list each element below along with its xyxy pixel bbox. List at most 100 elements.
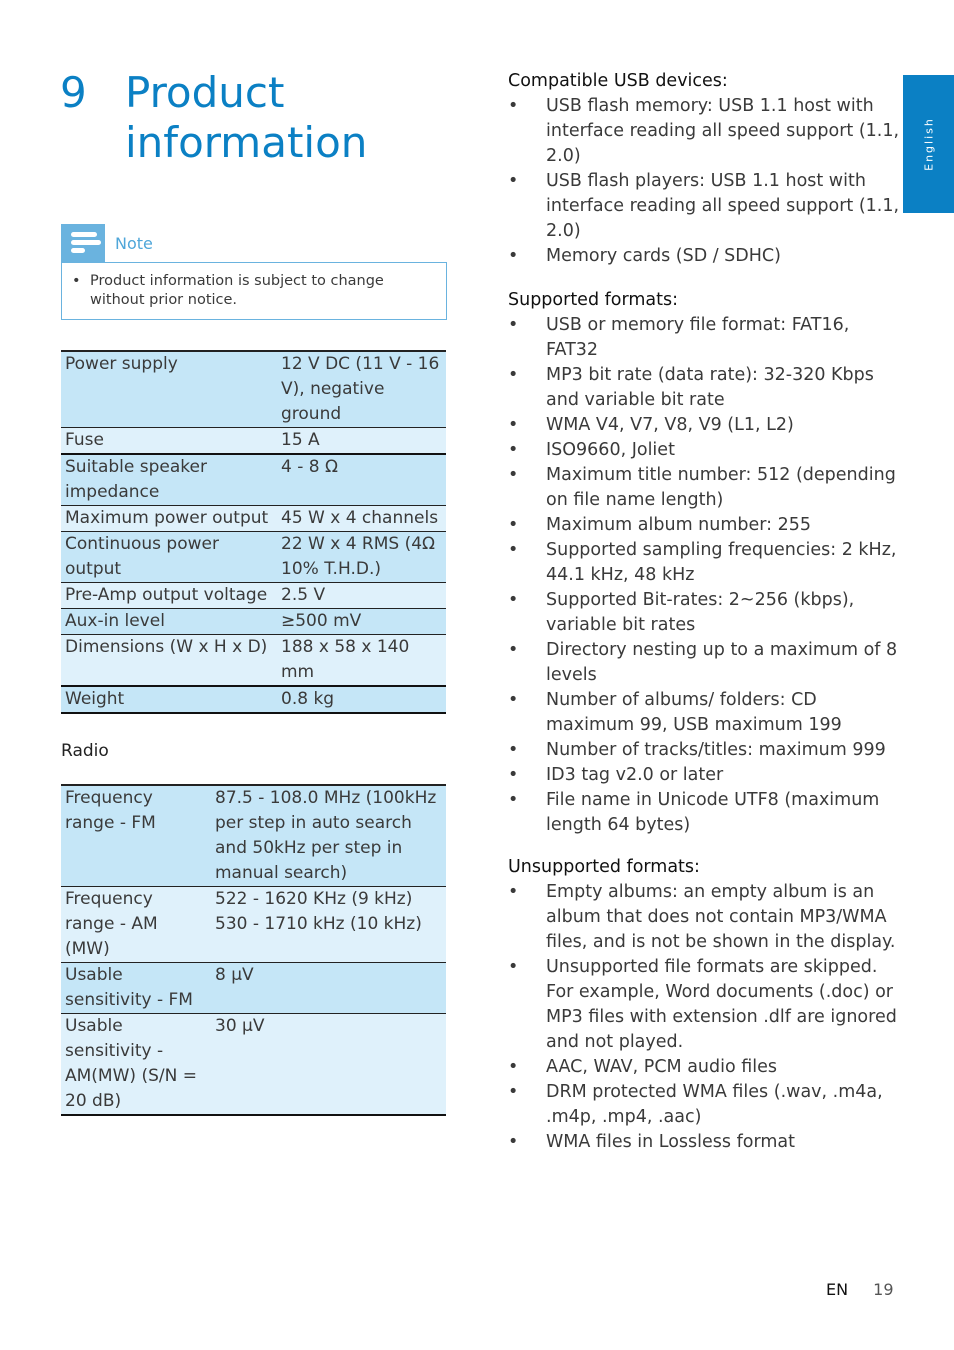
list-item-text: Memory cards (SD / SDHC) bbox=[546, 246, 781, 266]
spec-key: Weight bbox=[61, 686, 277, 713]
spec-key: Pre-Amp output voltage bbox=[61, 582, 277, 609]
list-item-text: Supported Bit-rates: 2~256 (kbps), varia… bbox=[546, 590, 855, 635]
supported-formats-section: Supported formats: • USB or memory file f… bbox=[508, 288, 900, 838]
list-item-text: ISO9660, Joliet bbox=[546, 440, 675, 460]
spec-row: Power supply 12 V DC (11 V - 16 V), negat… bbox=[61, 350, 446, 428]
list-item: • WMA files in Lossless format bbox=[508, 1130, 900, 1155]
list-item: • WMA V4, V7, V8, V9 (L1, L2) bbox=[508, 413, 900, 438]
spec-value: 12 V DC (11 V - 16 V), negative ground bbox=[277, 350, 446, 428]
spec-key: Usable sensitivity - FM bbox=[61, 962, 211, 1014]
list-item-text: WMA V4, V7, V8, V9 (L1, L2) bbox=[546, 415, 794, 435]
list-item-text: AAC, WAV, PCM audio files bbox=[546, 1057, 778, 1077]
spec-key: Frequency range - FM bbox=[61, 784, 211, 887]
page-footer: EN 19 bbox=[826, 1280, 894, 1299]
radio-heading: Radio bbox=[61, 741, 109, 761]
bullet-icon: • bbox=[508, 640, 519, 660]
bullet-icon: • bbox=[508, 440, 519, 460]
list-item: • Directory nesting up to a maximum of 8 … bbox=[508, 638, 900, 688]
note-box: Note • Product information is subject to… bbox=[61, 224, 447, 320]
bullet-icon: • bbox=[508, 171, 519, 191]
spec-value: 2.5 V bbox=[277, 582, 446, 609]
list-item: • DRM protected WMA files (.wav, .m4a, .m… bbox=[508, 1080, 900, 1130]
footer-language: EN bbox=[826, 1280, 849, 1299]
list-item: • Empty albums: an empty album is an albu… bbox=[508, 880, 900, 955]
bullet-icon: • bbox=[508, 246, 519, 266]
bullet-icon: • bbox=[508, 465, 519, 485]
list-item-text: USB flash memory: USB 1.1 host with inte… bbox=[546, 96, 900, 166]
bullet-icon: • bbox=[508, 765, 519, 785]
list-item: • Unsupported file formats are skipped. F… bbox=[508, 955, 900, 1055]
spec-value: 188 x 58 x 140 mm bbox=[277, 634, 446, 686]
bullet-icon: • bbox=[508, 540, 519, 560]
list-item: • Number of albums/ folders: CD maximum 9… bbox=[508, 688, 900, 738]
bullet-icon: • bbox=[508, 957, 519, 977]
spec-row: Continuous power output 22 W x 4 RMS (4Ω … bbox=[61, 531, 446, 583]
unsupported-formats-section: Unsupported formats: • Empty albums: an e… bbox=[508, 855, 900, 1155]
spec-key: Continuous power output bbox=[61, 531, 277, 583]
bullet-icon: • bbox=[508, 1057, 519, 1077]
list-item: • USB flash players: USB 1.1 host with in… bbox=[508, 169, 900, 244]
spec-key: Power supply bbox=[61, 350, 277, 428]
spec-value: 45 W x 4 channels bbox=[277, 505, 446, 532]
list-item: • Memory cards (SD / SDHC) bbox=[508, 244, 900, 269]
list-item: • Supported sampling frequencies: 2 kHz, … bbox=[508, 538, 900, 588]
list-item-text: USB or memory file format: FAT16, FAT32 bbox=[546, 315, 850, 360]
radio-spec-table: Frequency range - FM 87.5 - 108.0 MHz (10… bbox=[61, 784, 446, 1116]
list-item: • MP3 bit rate (data rate): 32-320 Kbps a… bbox=[508, 363, 900, 413]
spec-value: 87.5 - 108.0 MHz (100kHz per step in aut… bbox=[211, 784, 446, 887]
bullet-icon: • bbox=[508, 882, 519, 902]
list-item-text: USB flash players: USB 1.1 host with int… bbox=[546, 171, 900, 241]
chapter-number: 9 bbox=[60, 68, 87, 117]
note-label: Note bbox=[115, 233, 153, 253]
bullet-icon: • bbox=[508, 96, 519, 116]
bullet-icon: • bbox=[508, 790, 519, 810]
spec-key: Fuse bbox=[61, 427, 277, 454]
spec-key: Aux-in level bbox=[61, 608, 277, 635]
bullet-icon: • bbox=[508, 315, 519, 335]
spec-row: Maximum power output 45 W x 4 channels bbox=[61, 505, 446, 532]
list-item: • Supported Bit-rates: 2~256 (kbps), vari… bbox=[508, 588, 900, 638]
list-item: • USB or memory file format: FAT16, FAT32 bbox=[508, 313, 900, 363]
spec-value: 8 μV bbox=[211, 962, 446, 1014]
supported-formats-heading: Supported formats: bbox=[508, 290, 679, 310]
spec-row: Suitable speaker impedance 4 - 8 Ω bbox=[61, 454, 446, 506]
list-item-text: Maximum album number: 255 bbox=[546, 515, 812, 535]
spec-value: 522 - 1620 KHz (9 kHz) 530 - 1710 kHz (1… bbox=[211, 886, 446, 963]
list-item-text: File name in Unicode UTF8 (maximum lengt… bbox=[546, 790, 880, 835]
general-spec-table: Power supply 12 V DC (11 V - 16 V), negat… bbox=[61, 350, 446, 714]
spec-value: 4 - 8 Ω bbox=[277, 454, 446, 506]
spec-value: 30 μV bbox=[211, 1013, 446, 1115]
list-item-text: Maximum title number: 512 (depending on … bbox=[546, 465, 896, 510]
spec-row: Frequency range - AM (MW) 522 - 1620 KHz … bbox=[61, 886, 446, 963]
list-item: • Maximum album number: 255 bbox=[508, 513, 900, 538]
chapter-title-text: Product information bbox=[125, 68, 368, 167]
list-item: • Maximum title number: 512 (depending on… bbox=[508, 463, 900, 513]
list-item-text: Supported sampling frequencies: 2 kHz, 4… bbox=[546, 540, 897, 585]
spec-row: Pre-Amp output voltage 2.5 V bbox=[61, 582, 446, 609]
spec-key: Frequency range - AM (MW) bbox=[61, 886, 211, 963]
list-item: • Number of tracks/titles: maximum 999 bbox=[508, 738, 900, 763]
bullet-icon: • bbox=[508, 590, 519, 610]
spec-row: Weight 0.8 kg bbox=[61, 686, 446, 713]
list-item: • ISO9660, Joliet bbox=[508, 438, 900, 463]
list-item-text: Number of albums/ folders: CD maximum 99… bbox=[546, 690, 842, 735]
list-item: • File name in Unicode UTF8 (maximum leng… bbox=[508, 788, 900, 838]
bullet-icon: • bbox=[508, 690, 519, 710]
spec-key: Usable sensitivity - AM(MW) (S/N = 20 dB… bbox=[61, 1013, 211, 1115]
spec-value: 15 A bbox=[277, 427, 446, 454]
list-item-text: Empty albums: an empty album is an album… bbox=[546, 882, 896, 952]
list-item: • USB flash memory: USB 1.1 host with int… bbox=[508, 94, 900, 169]
list-item: • AAC, WAV, PCM audio files bbox=[508, 1055, 900, 1080]
spec-row: Usable sensitivity - FM 8 μV bbox=[61, 962, 446, 1014]
list-item-text: Unsupported file formats are skipped. Fo… bbox=[546, 957, 897, 1052]
note-icon bbox=[61, 224, 105, 262]
spec-row: Aux-in level ≥500 mV bbox=[61, 608, 446, 635]
list-item-text: MP3 bit rate (data rate): 32-320 Kbps an… bbox=[546, 365, 874, 410]
spec-row: Frequency range - FM 87.5 - 108.0 MHz (10… bbox=[61, 784, 446, 887]
bullet-icon: • bbox=[508, 365, 519, 385]
list-item-text: Number of tracks/titles: maximum 999 bbox=[546, 740, 886, 760]
spec-key: Maximum power output bbox=[61, 505, 277, 532]
note-item: • Product information is subject to chan… bbox=[72, 273, 384, 308]
spec-value: ≥500 mV bbox=[277, 608, 446, 635]
spec-value: 22 W x 4 RMS (4Ω 10% T.H.D.) bbox=[277, 531, 446, 583]
